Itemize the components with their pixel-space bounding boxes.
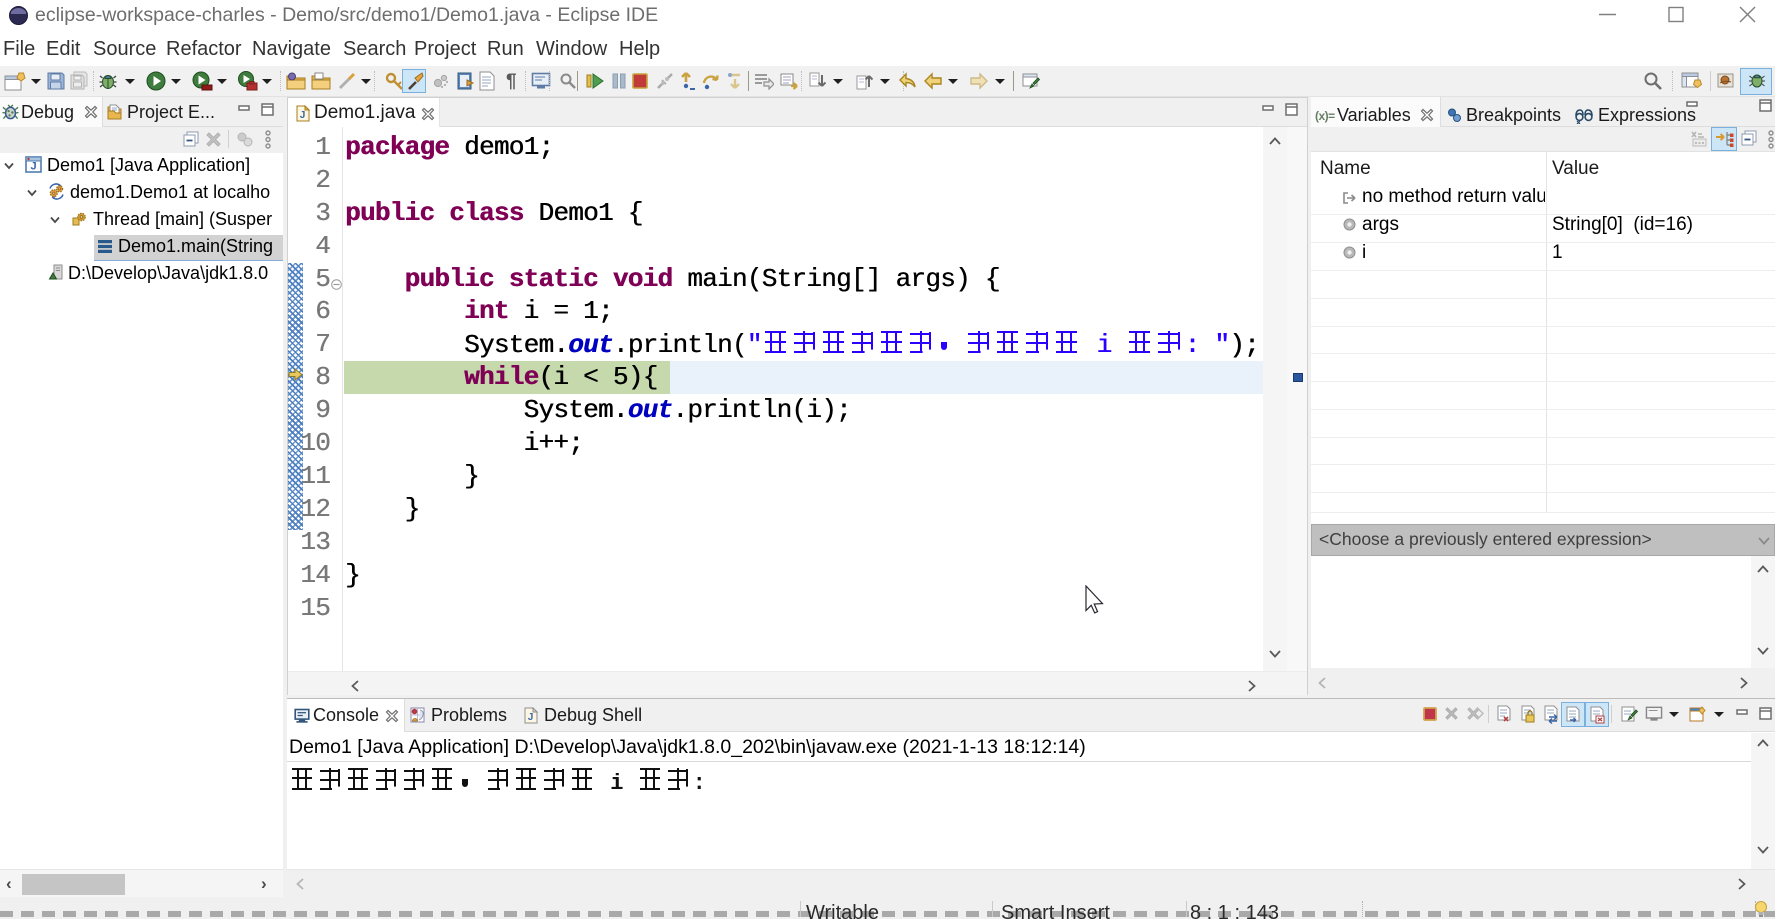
svg-text:J: J bbox=[30, 161, 36, 173]
svg-text:J: J bbox=[300, 110, 306, 121]
svg-text:J: J bbox=[528, 712, 534, 723]
